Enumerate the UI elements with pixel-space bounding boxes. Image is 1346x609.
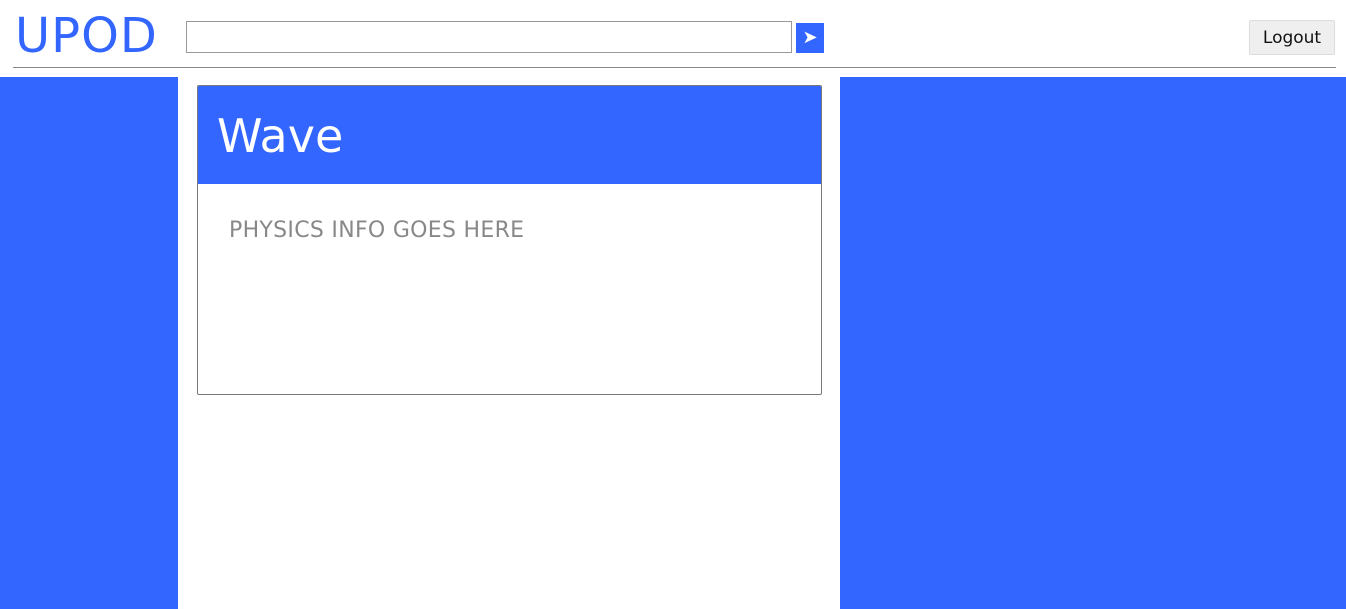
card-body-text: PHYSICS INFO GOES HERE [229,218,525,243]
page: UPOD ➤ Logout Wave PHYSICS INFO GOES HER… [0,0,1346,609]
arrow-right-icon: ➤ [802,27,818,48]
topic-card: Wave PHYSICS INFO GOES HERE [197,85,822,395]
search-submit-button[interactable]: ➤ [796,23,824,53]
card-title: Wave [217,109,344,163]
right-sidebar-panel [840,77,1346,609]
card-header: Wave [198,86,821,184]
header: UPOD ➤ Logout [0,0,1346,68]
header-divider [13,67,1336,68]
logo[interactable]: UPOD [15,6,158,66]
logout-button[interactable]: Logout [1249,20,1335,55]
search-input[interactable] [186,21,792,53]
left-sidebar-panel [0,77,178,609]
